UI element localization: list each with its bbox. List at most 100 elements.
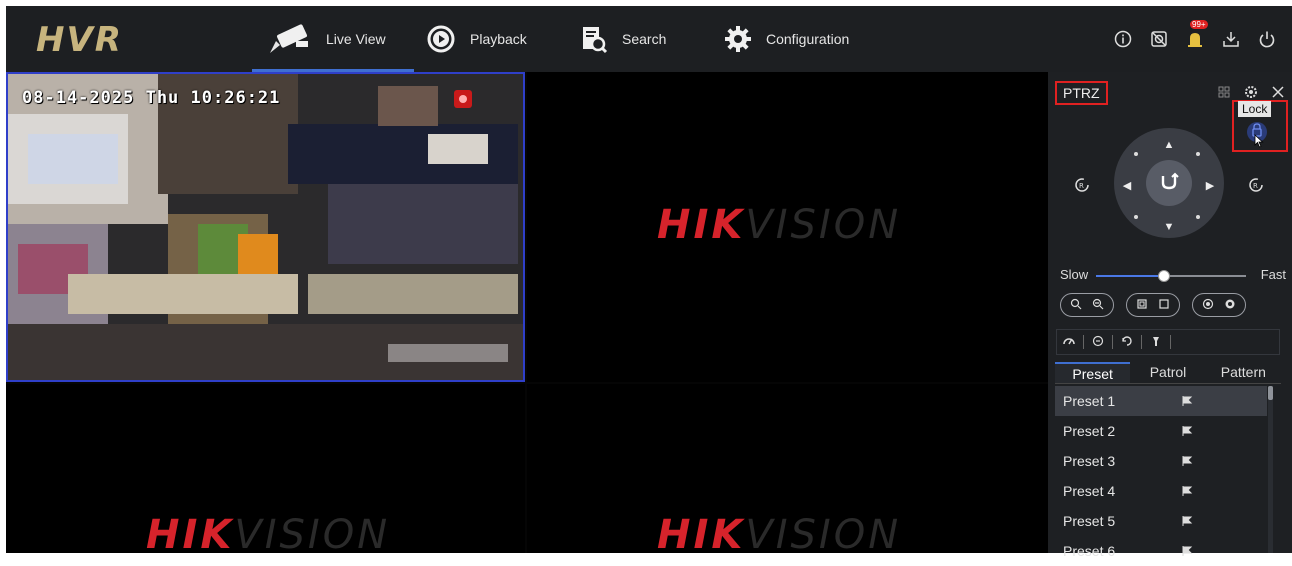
scrollbar-thumb[interactable] xyxy=(1268,386,1273,400)
pan-up-button[interactable]: ▲ xyxy=(1160,136,1178,154)
top-bar: HVR Live View Playback Search Configurat… xyxy=(6,6,1292,72)
tab-preset[interactable]: Preset xyxy=(1055,362,1131,383)
preset-label: Preset 6 xyxy=(1063,543,1116,559)
pan-up-right-button[interactable] xyxy=(1196,152,1200,156)
pan-down-right-button[interactable] xyxy=(1196,215,1200,219)
rotate-left-icon: R xyxy=(1075,178,1089,192)
tab-patrol[interactable]: Patrol xyxy=(1130,362,1205,383)
tab-label: Playback xyxy=(470,31,527,47)
grid-icon[interactable] xyxy=(1218,85,1230,102)
speed-fill xyxy=(1096,275,1164,277)
tab-live-view[interactable]: Live View xyxy=(252,6,414,72)
speed-track[interactable] xyxy=(1096,270,1246,282)
power-icon[interactable] xyxy=(1256,28,1278,50)
speed-slow-label: Slow xyxy=(1060,267,1089,282)
preset-item[interactable]: Preset 5 xyxy=(1055,506,1267,536)
zoom-out-icon[interactable] xyxy=(1092,298,1104,313)
divider xyxy=(1170,335,1171,349)
call-preset-icon[interactable] xyxy=(1181,424,1193,440)
video-cell-2[interactable]: HIKVISION xyxy=(527,72,1048,382)
logo-part-gray: VISION xyxy=(745,202,902,248)
live-view-grid: 08-14-2025 Thu 10:26:21 HIKVISION HIKVIS… xyxy=(6,72,1048,553)
divider xyxy=(1083,335,1084,349)
pan-up-left-button[interactable] xyxy=(1134,152,1138,156)
preset-item[interactable]: Preset 1 xyxy=(1055,386,1267,416)
rotate-right-button[interactable]: R xyxy=(1244,173,1268,197)
mouse-cursor-icon xyxy=(1254,134,1264,148)
tab-pattern[interactable]: Pattern xyxy=(1206,362,1281,383)
iris-open-icon[interactable] xyxy=(1202,298,1214,313)
notification-icon[interactable]: 99+ xyxy=(1184,20,1208,50)
hikvision-logo: HIKVISION xyxy=(657,512,901,553)
search-icon xyxy=(580,24,608,54)
light-icon[interactable] xyxy=(1150,335,1162,350)
logo-part-gray: VISION xyxy=(745,512,902,553)
tab-configuration[interactable]: Configuration xyxy=(724,6,849,72)
video-cell-3[interactable]: HIKVISION xyxy=(6,384,525,553)
osd-timestamp: 08-14-2025 Thu 10:26:21 xyxy=(22,88,281,108)
focus-near-icon[interactable] xyxy=(1136,298,1148,313)
pan-right-button[interactable]: ▶ xyxy=(1201,176,1219,194)
logo-part-red: HIK xyxy=(657,202,746,248)
preset-scrollbar[interactable] xyxy=(1268,386,1273,553)
ptz-panel: PTRZ Lock ▲ ▼ ◀ ▶ R R Slow Fast Preset P… xyxy=(1048,72,1292,559)
tab-search[interactable]: Search xyxy=(580,6,666,72)
speed-fast-label: Fast xyxy=(1260,267,1286,282)
pan-down-button[interactable]: ▼ xyxy=(1160,218,1178,236)
preset-item[interactable]: Preset 3 xyxy=(1055,446,1267,476)
logo-part-red: HIK xyxy=(657,512,746,553)
zoom-in-icon[interactable] xyxy=(1070,298,1082,313)
speed-slider[interactable]: Slow Fast xyxy=(1060,267,1286,285)
preset-label: Preset 1 xyxy=(1063,393,1116,409)
pan-down-left-button[interactable] xyxy=(1134,215,1138,219)
tab-label: Configuration xyxy=(766,31,850,47)
video-cell-4[interactable]: HIKVISION xyxy=(527,384,1048,553)
wiper-icon[interactable] xyxy=(1063,335,1075,350)
nvr-app: HVR Live View Playback Search Configurat… xyxy=(0,0,1292,559)
hikvision-logo: HIKVISION xyxy=(146,512,390,553)
preset-item[interactable]: Preset 4 xyxy=(1055,476,1267,506)
call-preset-icon[interactable] xyxy=(1181,544,1193,560)
divider xyxy=(1112,335,1113,349)
iris-control xyxy=(1192,293,1246,317)
download-icon[interactable] xyxy=(1220,28,1242,50)
svg-text:R: R xyxy=(1253,182,1258,190)
preset-label: Preset 2 xyxy=(1063,423,1116,439)
call-preset-icon[interactable] xyxy=(1181,514,1193,530)
tab-playback[interactable]: Playback xyxy=(426,6,527,72)
rotate-icon xyxy=(1158,170,1180,197)
logo-part-red: HIK xyxy=(146,512,235,553)
call-preset-icon[interactable] xyxy=(1181,484,1193,500)
preset-list: Preset 1 Preset 2 Preset 3 Preset 4 Pres… xyxy=(1055,386,1267,566)
preset-item[interactable]: Preset 2 xyxy=(1055,416,1267,446)
preset-label: Preset 4 xyxy=(1063,483,1116,499)
preset-label: Preset 3 xyxy=(1063,453,1116,469)
alarm-icon[interactable] xyxy=(1148,28,1170,50)
logo-part-gray: VISION xyxy=(234,512,391,553)
video-cell-1[interactable]: 08-14-2025 Thu 10:26:21 xyxy=(6,72,525,382)
auto-scan-button[interactable] xyxy=(1146,160,1192,206)
ptz-function-bar xyxy=(1056,329,1280,355)
hikvision-logo: HIKVISION xyxy=(657,202,901,248)
speed-thumb[interactable] xyxy=(1157,270,1170,282)
call-preset-icon[interactable] xyxy=(1181,454,1193,470)
tab-label: Search xyxy=(622,31,667,47)
preset-item[interactable]: Preset 6 xyxy=(1055,536,1267,566)
one-touch-icon[interactable] xyxy=(1121,335,1133,350)
iris-close-icon[interactable] xyxy=(1224,298,1236,313)
ptz-title: PTRZ xyxy=(1055,81,1108,105)
zoom-control xyxy=(1060,293,1114,317)
focus-far-icon[interactable] xyxy=(1158,298,1170,313)
camera-icon xyxy=(266,23,312,55)
info-icon[interactable] xyxy=(1112,28,1134,50)
ptz-tabs: Preset Patrol Pattern xyxy=(1055,362,1281,384)
pan-left-button[interactable]: ◀ xyxy=(1118,176,1136,194)
rotate-left-button[interactable]: R xyxy=(1070,173,1094,197)
tab-label: Live View xyxy=(326,31,386,47)
focus-control xyxy=(1126,293,1180,317)
svg-text:R: R xyxy=(1079,182,1084,190)
rotate-right-icon: R xyxy=(1249,178,1263,192)
call-preset-icon[interactable] xyxy=(1181,394,1193,410)
zoom-area-icon[interactable] xyxy=(1092,335,1104,350)
system-icons: 99+ xyxy=(1112,20,1278,50)
